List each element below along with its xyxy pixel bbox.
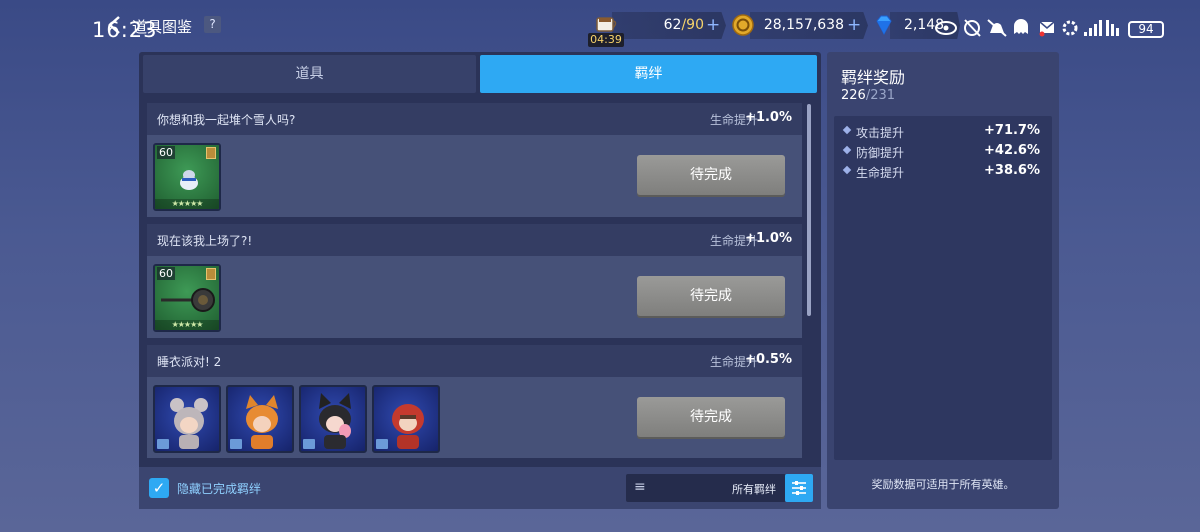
bond-card: 现在该我上场了?! 生命提升 +1.0% 60 ★★★★★ 待完成 <box>147 224 802 338</box>
rank-badge-icon <box>206 268 216 280</box>
bond-pending-button[interactable]: 待完成 <box>637 276 785 316</box>
bonus-row: 生命提升 +38.6% <box>834 162 1052 182</box>
list-scrollbar[interactable] <box>807 104 811 316</box>
bonus-value: +42.6% <box>984 143 1040 158</box>
hero-slot[interactable] <box>299 385 367 453</box>
hide-completed-checkbox[interactable]: ✓ <box>149 478 169 498</box>
page-title: 道具图鉴 <box>132 18 193 36</box>
diamond-bullet-icon <box>842 125 852 135</box>
shirt-tag-icon <box>157 439 169 449</box>
item-slot[interactable]: 60 ★★★★★ <box>153 143 221 211</box>
stamina-timer: 04:39 <box>588 33 624 47</box>
bond-stat-value: +1.0% <box>745 231 792 246</box>
bond-stat-value: +0.5% <box>745 352 792 367</box>
bond-filter-dropdown[interactable]: ≡ 所有羁绊 <box>626 474 786 502</box>
back-arrow-icon[interactable] <box>104 14 126 36</box>
bonus-name: 防御提升 <box>856 146 905 160</box>
diamond-bullet-icon <box>842 145 852 155</box>
filter-selected-value: 所有羁绊 <box>732 483 776 496</box>
bond-card: 睡衣派对! 2 生命提升 +0.5% 待完成 <box>147 345 802 458</box>
bond-stat-value: +1.0% <box>745 110 792 125</box>
bond-count-current: 226 <box>841 88 866 103</box>
hero-slot[interactable] <box>226 385 294 453</box>
help-button[interactable]: ? <box>204 16 221 33</box>
bond-card-header: 现在该我上场了?! 生命提升 +1.0% <box>147 224 802 256</box>
bond-bonus-list: 攻击提升 +71.7% 防御提升 +42.6% 生命提升 +38.6% <box>834 116 1052 460</box>
bond-name: 睡衣派对! 2 <box>157 355 222 369</box>
sliders-icon <box>792 481 806 495</box>
stamina-value: 62/90 <box>640 17 704 33</box>
bond-reward-count: 226/231 <box>841 88 895 103</box>
bond-name: 你想和我一起堆个雪人吗? <box>157 113 296 127</box>
bonus-name: 攻击提升 <box>856 126 905 140</box>
tab-items[interactable]: 道具 <box>143 55 476 93</box>
bond-card-header: 睡衣派对! 2 生命提升 +0.5% <box>147 345 802 377</box>
bond-card: 你想和我一起堆个雪人吗? 生命提升 +1.0% 60 ★★★★★ 待完成 <box>147 103 802 217</box>
item-level: 60 <box>157 146 175 159</box>
rank-badge-icon <box>206 147 216 159</box>
hero-slot[interactable] <box>153 385 221 453</box>
stamina-add-button[interactable]: + <box>706 15 720 35</box>
system-status-icons <box>935 19 1119 37</box>
bond-pending-button[interactable]: 待完成 <box>637 155 785 195</box>
item-stars: ★★★★★ <box>155 320 219 330</box>
filter-settings-button[interactable] <box>785 474 813 502</box>
diamond-icon <box>876 15 892 36</box>
hide-completed-label[interactable]: 隐藏已完成羁绊 <box>177 480 261 497</box>
item-stars: ★★★★★ <box>155 199 219 209</box>
bond-name: 现在该我上场了?! <box>157 234 253 248</box>
bond-reward-note: 奖励数据可适用于所有英雄。 <box>871 478 1015 491</box>
bond-catalog-panel: 道具 羁绊 你想和我一起堆个雪人吗? 生命提升 +1.0% 60 ★★★★★ 待… <box>139 52 821 509</box>
item-slot[interactable]: 60 ★★★★★ <box>153 264 221 332</box>
diamond-bullet-icon <box>842 165 852 175</box>
bond-list-footer: ✓ 隐藏已完成羁绊 ≡ 所有羁绊 <box>139 467 821 509</box>
shirt-tag-icon <box>230 439 242 449</box>
bonus-value: +38.6% <box>984 163 1040 178</box>
bonus-row: 防御提升 +42.6% <box>834 142 1052 162</box>
hero-slot[interactable] <box>372 385 440 453</box>
shirt-tag-icon <box>303 439 315 449</box>
coin-icon <box>732 14 754 36</box>
tab-bonds[interactable]: 羁绊 <box>480 55 817 93</box>
stamina-max: /90 <box>681 17 704 33</box>
stamina-current: 62 <box>663 17 682 33</box>
bond-pending-button[interactable]: 待完成 <box>637 397 785 437</box>
bond-list[interactable]: 你想和我一起堆个雪人吗? 生命提升 +1.0% 60 ★★★★★ 待完成 现在该… <box>147 103 802 458</box>
shirt-tag-icon <box>376 439 388 449</box>
gold-add-button[interactable]: + <box>847 15 861 35</box>
bond-reward-title: 羁绊奖励 <box>841 68 906 87</box>
item-level: 60 <box>157 267 175 280</box>
bonus-value: +71.7% <box>984 123 1040 138</box>
coffee-cup-icon <box>596 17 617 32</box>
gold-value: 28,157,638 <box>763 17 844 33</box>
tab-bar: 道具 羁绊 <box>143 55 817 93</box>
bond-count-total: /231 <box>865 88 896 103</box>
bond-card-header: 你想和我一起堆个雪人吗? 生命提升 +1.0% <box>147 103 802 135</box>
bonus-name: 生命提升 <box>856 166 905 180</box>
top-bar: 16:23 道具图鉴 ? 04:39 62/90 + 28,157,638 + … <box>0 0 1200 52</box>
bonus-row: 攻击提升 +71.7% <box>834 122 1052 142</box>
battery-indicator: 94 <box>1128 21 1164 38</box>
bond-reward-panel: 羁绊奖励 226/231 攻击提升 +71.7% 防御提升 +42.6% 生命提… <box>827 52 1059 509</box>
list-menu-icon: ≡ <box>634 479 646 495</box>
